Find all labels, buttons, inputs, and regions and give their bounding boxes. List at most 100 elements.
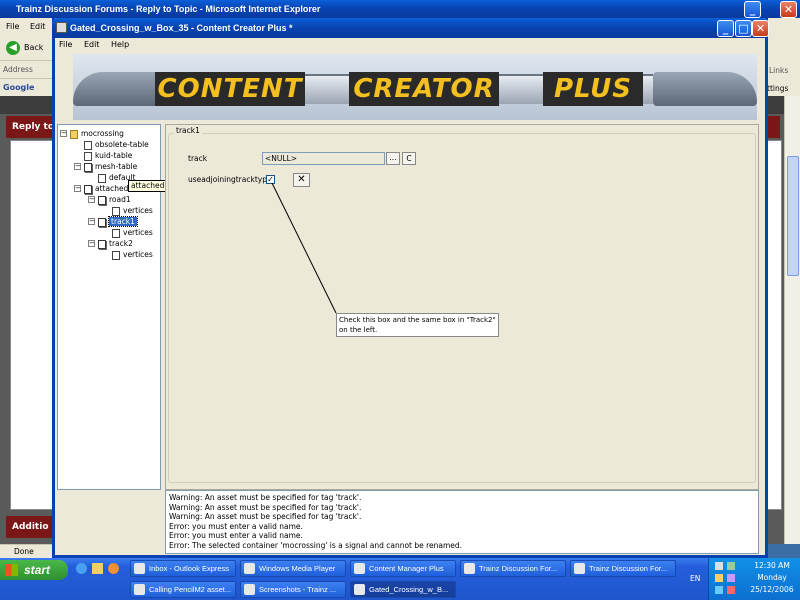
tree-item-track1[interactable]: track1 [98, 216, 138, 227]
ie-page-icon [464, 563, 475, 574]
status-done: Done [14, 547, 34, 556]
tray-icon[interactable] [715, 574, 723, 582]
ccp-titlebar: Gated_Crossing_w_Box_35 - Content Creato… [52, 18, 768, 38]
tree-item-mocrossing[interactable]: mocrossing [70, 128, 124, 139]
tree-expander-track1[interactable]: − [88, 218, 95, 225]
ccp-maximize-button[interactable]: □ [735, 20, 752, 37]
outlook-express-icon [134, 563, 145, 574]
taskbar-media-player[interactable]: Windows Media Player [240, 560, 346, 577]
tray-icon[interactable] [715, 562, 723, 570]
forum-reply-bar: Reply to [6, 116, 56, 138]
tray-icon[interactable] [727, 574, 735, 582]
taskbar-trainz-forums-1[interactable]: Trainz Discussion For... [460, 560, 566, 577]
file-icon [84, 151, 92, 161]
taskbar: start Inbox - Outlook Express Windows Me… [0, 558, 800, 600]
language-indicator[interactable]: EN [690, 574, 700, 583]
quick-launch [74, 561, 124, 577]
forum-left-panel [10, 140, 56, 510]
container-icon [98, 217, 106, 227]
outlook-icon[interactable] [92, 563, 103, 574]
tray-icon[interactable] [715, 586, 723, 594]
tree-item-track2-vertices[interactable]: vertices [112, 249, 153, 260]
tree-item-kuid-table[interactable]: kuid-table [84, 150, 132, 161]
tree-expander-road1[interactable]: − [88, 196, 95, 203]
log-line: Warning: An asset must be specified for … [169, 502, 362, 512]
ie-scrollbar[interactable] [784, 96, 800, 544]
ccp-close-button[interactable]: ✕ [752, 20, 769, 37]
ie-address-bar: Address [0, 60, 56, 78]
clock-day: Monday [757, 573, 787, 582]
container-icon [98, 195, 106, 205]
tree-item-road1-vertices[interactable]: vertices [112, 205, 153, 216]
google-logo: Google [3, 83, 35, 92]
ie-scroll-thumb[interactable] [787, 156, 799, 276]
log-line: Error: you must enter a valid name. [169, 521, 303, 531]
tree-expander-mocrossing[interactable]: − [60, 130, 67, 137]
address-label: Address [3, 65, 33, 74]
tree-item-track2[interactable]: track2 [98, 238, 133, 249]
media-icon[interactable] [108, 563, 119, 574]
tree-item-attached[interactable]: attached [84, 183, 128, 194]
addition-label: Additio [12, 522, 49, 532]
google-toolbar: Google [0, 78, 56, 96]
document-icon [134, 584, 145, 595]
ccp-app-icon [56, 22, 67, 33]
ie-menu-file[interactable]: File [6, 22, 19, 31]
ie-close-button[interactable]: ✕ [780, 1, 797, 18]
taskbar-gated-crossing[interactable]: Gated_Crossing_w_B... [350, 581, 456, 598]
folder-icon [244, 584, 255, 595]
file-icon [98, 173, 106, 183]
tree-item-obsolete-table[interactable]: obsolete-table [84, 139, 149, 150]
taskbar-content-manager[interactable]: Content Manager Plus [350, 560, 456, 577]
container-icon [98, 239, 106, 249]
ccp-menubar: File Edit Help [55, 38, 765, 52]
file-icon [84, 140, 92, 150]
tree-item-mesh-table[interactable]: mesh-table [84, 161, 137, 172]
tree-view[interactable]: − mocrossing obsolete-table kuid-table −… [57, 124, 161, 490]
ccp-banner: CONTENT CREATOR PLUS [73, 54, 757, 120]
media-player-icon [244, 563, 255, 574]
ie-menu-edit[interactable]: Edit [30, 22, 46, 31]
ie-statusbar: Done [0, 544, 56, 558]
taskbar-outlook[interactable]: Inbox - Outlook Express [130, 560, 236, 577]
ccp-minimize-button[interactable]: _ [717, 20, 734, 37]
tray-icon[interactable] [727, 562, 735, 570]
tree-item-track1-vertices[interactable]: vertices [112, 227, 153, 238]
reply-label: Reply to [12, 122, 55, 132]
links-label[interactable]: Links [769, 66, 788, 75]
taskbar-trainz-forums-2[interactable]: Trainz Discussion For... [570, 560, 676, 577]
tree-expander-track2[interactable]: − [88, 240, 95, 247]
log-line: Error: you must enter a valid name. [169, 531, 303, 540]
content-manager-icon [354, 563, 365, 574]
banner-word-plus: PLUS [543, 72, 643, 106]
tray-icon[interactable] [727, 586, 735, 594]
tree-item-road1[interactable]: road1 [98, 194, 131, 205]
ie-page-icon [574, 563, 585, 574]
tree-expander-mesh-table[interactable]: − [74, 163, 81, 170]
annotation-box: Check this box and the same box in "Trac… [336, 313, 499, 337]
ie-titlebar: Trainz Discussion Forums - Reply to Topi… [0, 0, 800, 18]
back-button[interactable]: Back [24, 43, 43, 52]
start-button[interactable]: start [0, 560, 68, 580]
forum-addition-bar: Additio [6, 516, 56, 538]
ccp-icon [354, 584, 365, 595]
log-area[interactable]: Warning: An asset must be specified for … [165, 490, 759, 554]
ie-toolbar: ◀ Back [0, 36, 56, 60]
ie-minimize-button[interactable]: _ [744, 1, 761, 18]
tree-expander-attached[interactable]: − [74, 185, 81, 192]
back-icon[interactable]: ◀ [6, 41, 20, 55]
settings-label[interactable]: ttings [767, 84, 788, 93]
taskbar-calling-pencil[interactable]: Calling PencilM2 asset... [130, 581, 236, 598]
container-icon [84, 184, 92, 194]
container-icon [84, 162, 92, 172]
windows-logo-icon [5, 564, 18, 576]
clock-time[interactable]: 12:30 AM [745, 561, 799, 570]
ie-icon[interactable] [76, 563, 87, 574]
log-line: Warning: An asset must be specified for … [169, 493, 362, 502]
ccp-menu-help[interactable]: Help [111, 40, 129, 49]
property-panel: track1 track <NULL> ... C useadjoiningtr… [165, 124, 759, 490]
ccp-menu-edit[interactable]: Edit [84, 40, 100, 49]
ccp-menu-file[interactable]: File [59, 40, 72, 49]
taskbar-screenshots[interactable]: Screenshots - Trainz ... [240, 581, 346, 598]
system-tray: 12:30 AM Monday 25/12/2006 [708, 558, 800, 600]
